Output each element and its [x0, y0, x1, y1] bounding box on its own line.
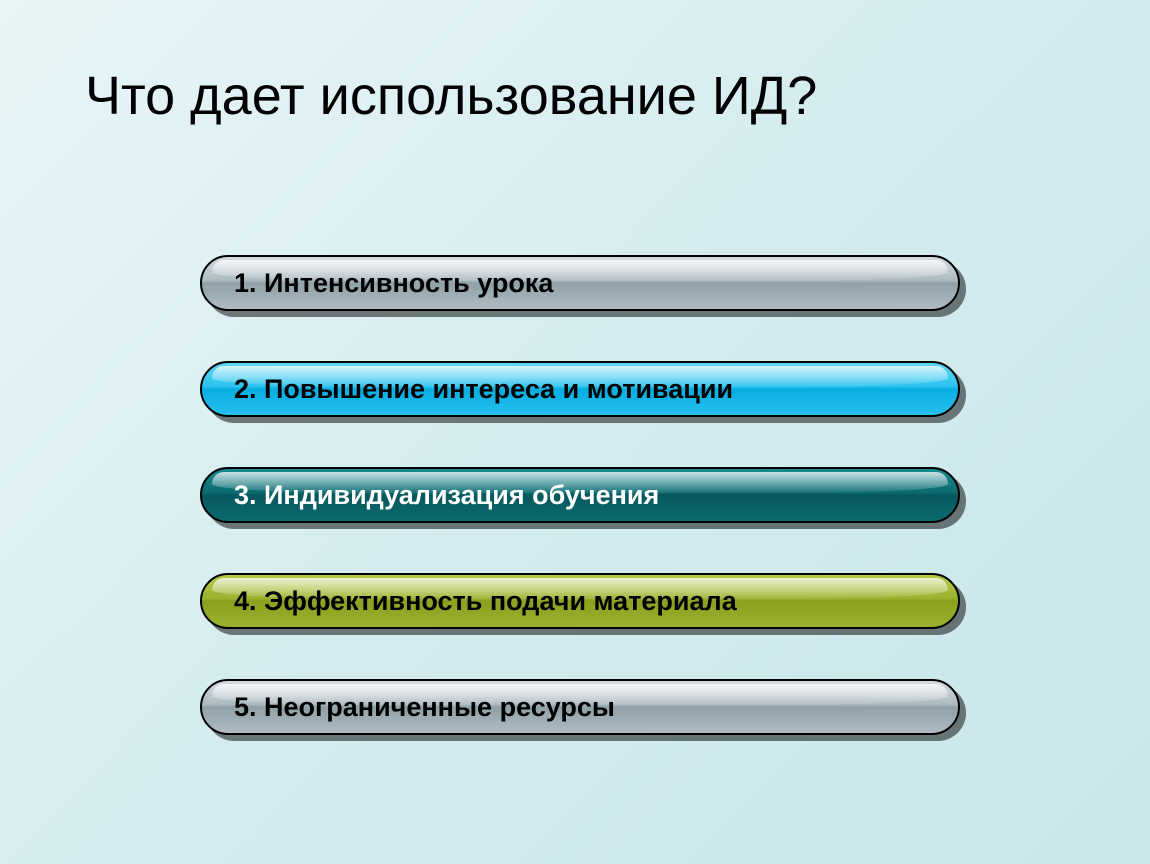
- pill-bg: 3. Индивидуализация обучения: [200, 467, 960, 523]
- list-item: 1. Интенсивность урока: [200, 255, 960, 311]
- slide-title: Что дает использование ИД?: [85, 65, 817, 127]
- list-item: 5. Неограниченные ресурсы: [200, 679, 960, 735]
- list-item-text: 4. Эффективность подачи материала: [234, 586, 737, 617]
- list-item-text: 1. Интенсивность урока: [234, 268, 553, 299]
- list-item-text: 3. Индивидуализация обучения: [234, 480, 659, 511]
- pill-bg: 1. Интенсивность урока: [200, 255, 960, 311]
- list-item: 4. Эффективность подачи материала: [200, 573, 960, 629]
- list-item: 3. Индивидуализация обучения: [200, 467, 960, 523]
- pill-bg: 5. Неограниченные ресурсы: [200, 679, 960, 735]
- pill-bg: 4. Эффективность подачи материала: [200, 573, 960, 629]
- pill-bg: 2. Повышение интереса и мотивации: [200, 361, 960, 417]
- list-item-text: 5. Неограниченные ресурсы: [234, 692, 615, 723]
- bullet-list: 1. Интенсивность урока 2. Повышение инте…: [200, 255, 960, 785]
- list-item: 2. Повышение интереса и мотивации: [200, 361, 960, 417]
- list-item-text: 2. Повышение интереса и мотивации: [234, 374, 733, 405]
